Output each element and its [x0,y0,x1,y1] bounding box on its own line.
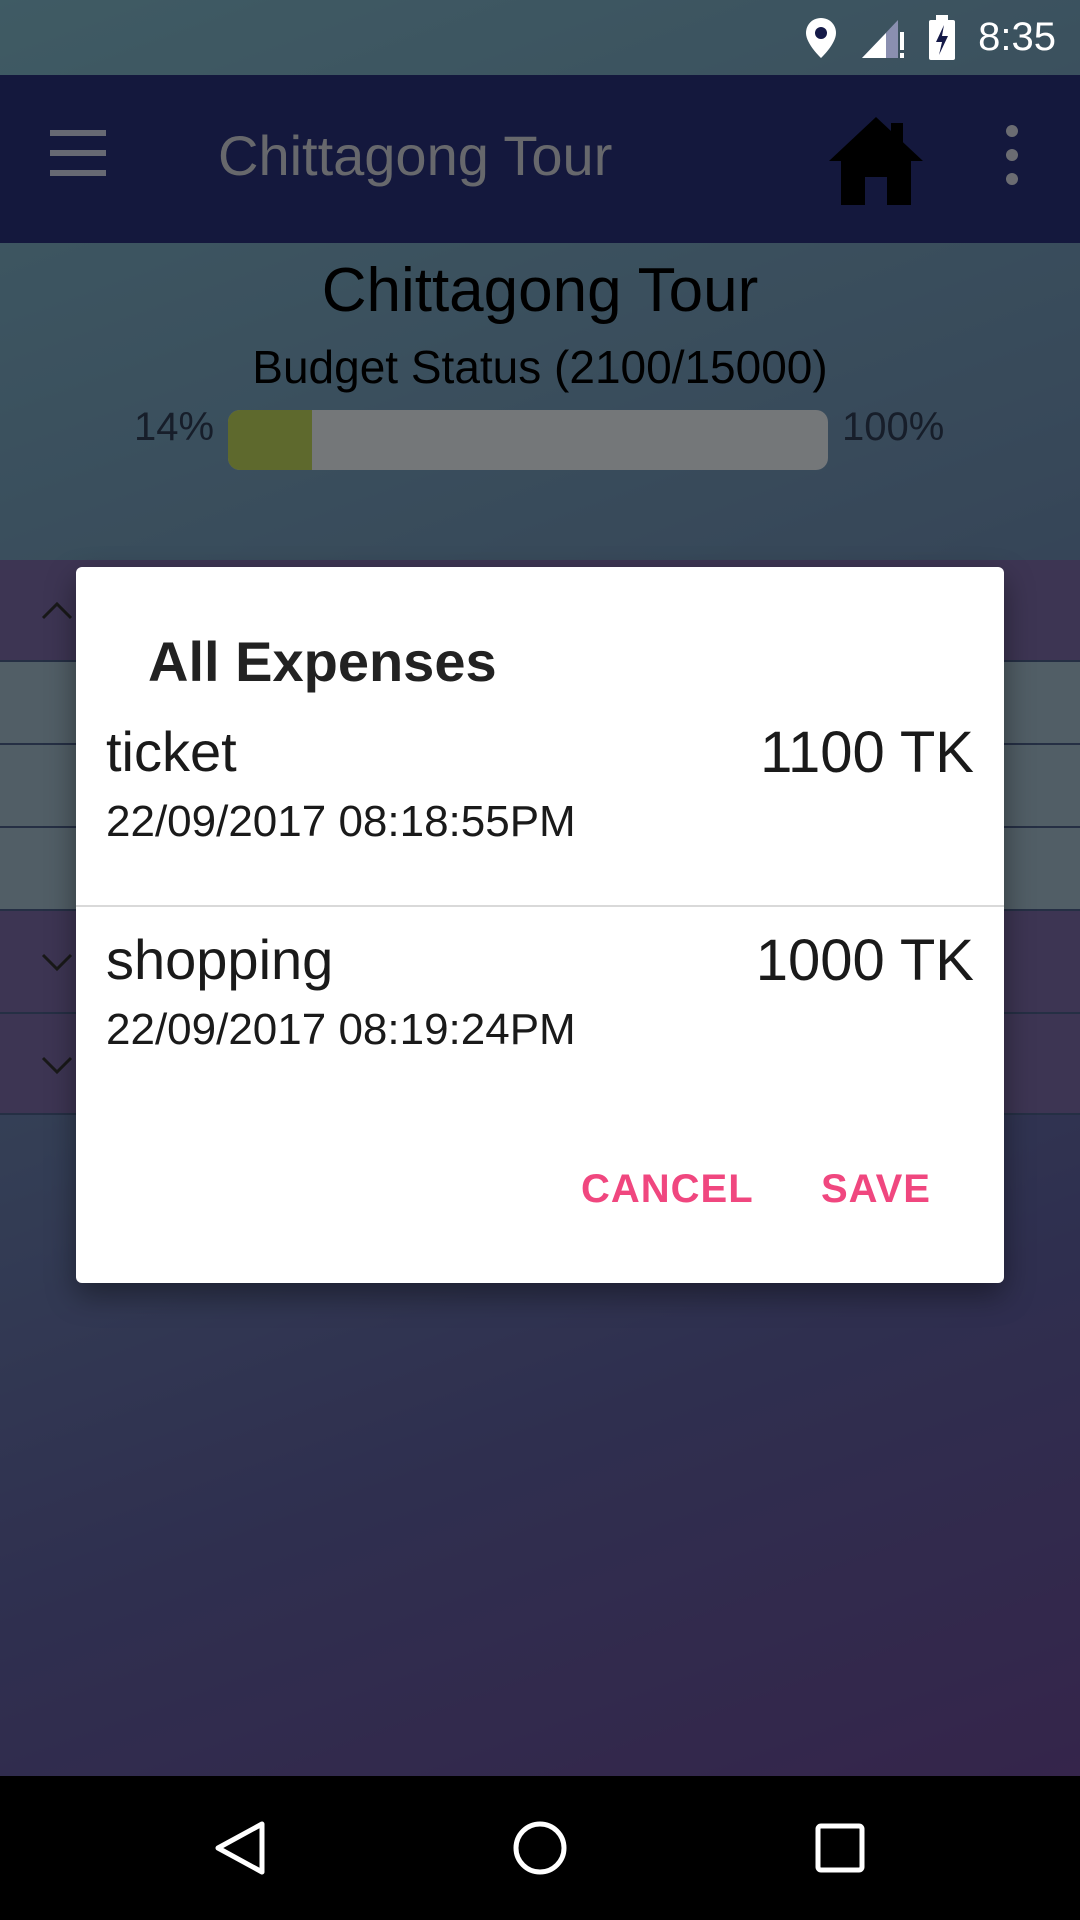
location-icon [806,17,837,58]
expense-name: shopping [106,928,334,991]
battery-charging-icon [929,14,956,60]
recents-icon[interactable] [810,1818,870,1878]
cancel-button[interactable]: CANCEL [581,1167,754,1212]
expense-date: 22/09/2017 08:18:55PM [106,797,576,846]
expense-date: 22/09/2017 08:19:24PM [106,1005,576,1054]
status-bar: 8:35 [0,0,1080,75]
expense-item[interactable]: ticket 1100 TK 22/09/2017 08:18:55PM [76,697,1004,903]
dialog-title: All Expenses [148,630,497,693]
app-screen: Chittagong Tour Chittagong Tour Budget S… [0,0,1080,1776]
save-button[interactable]: SAVE [821,1167,931,1212]
expense-amount: 1000 TK [755,928,974,993]
expense-item[interactable]: shopping 1000 TK 22/09/2017 08:19:24PM [76,905,1004,1111]
expense-amount: 1100 TK [760,720,974,785]
back-icon[interactable] [210,1818,270,1878]
expense-name: ticket [106,720,237,783]
all-expenses-dialog: All Expenses ticket 1100 TK 22/09/2017 0… [76,567,1004,1283]
home-circle-icon[interactable] [510,1818,570,1878]
navigation-bar [0,1776,1080,1920]
status-time: 8:35 [978,15,1056,59]
signal-icon [862,19,905,58]
